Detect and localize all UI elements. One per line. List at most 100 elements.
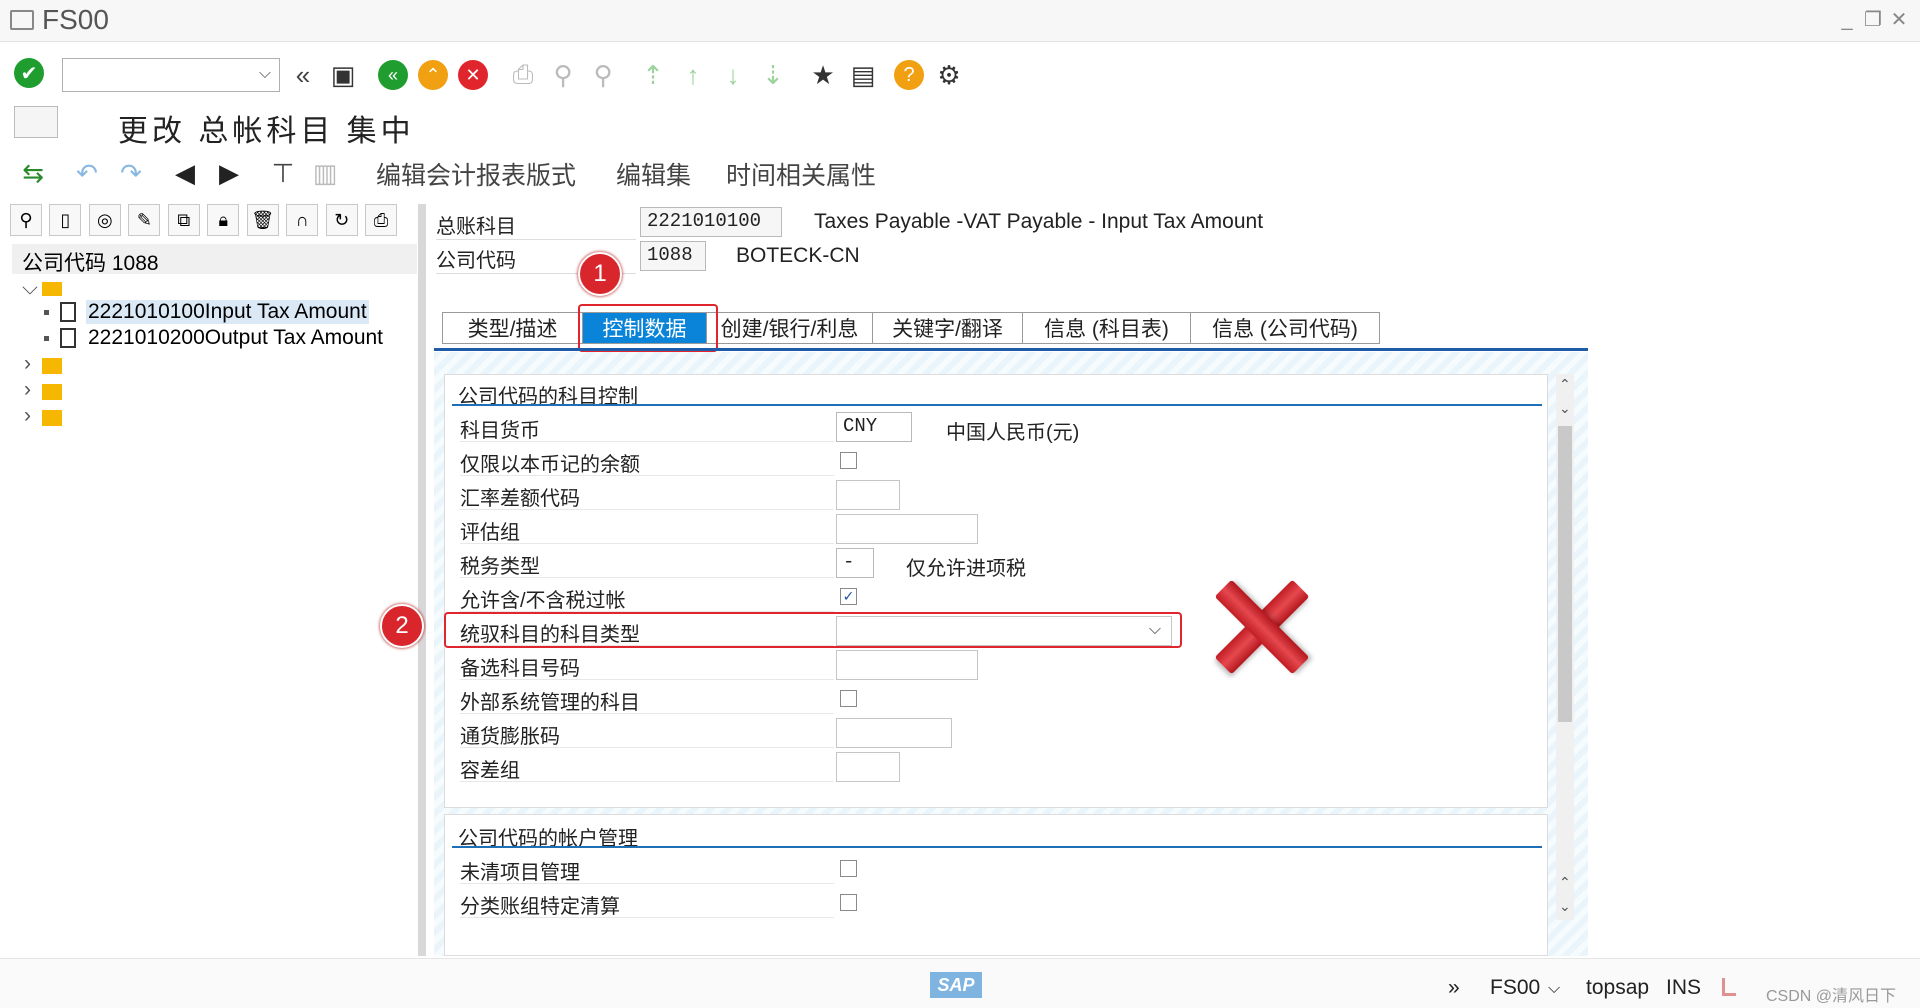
- vertical-scrollbar[interactable]: ⌃ ⌄ ⌃ ⌄: [1556, 374, 1574, 920]
- scroll-up-icon[interactable]: ⌃: [1559, 376, 1571, 393]
- company-code-description: BOTECK-CN: [736, 244, 860, 267]
- checkbox-ledger-group-clearing[interactable]: [840, 894, 857, 911]
- gl-account-field[interactable]: 2221010100: [640, 207, 782, 237]
- label-valuation-group: 评估组: [460, 516, 834, 544]
- tree-expand-icon[interactable]: ⌵: [22, 276, 38, 300]
- refresh-icon[interactable]: ↻: [325, 204, 358, 236]
- checkbox-open-item-mgmt[interactable]: [840, 860, 857, 877]
- tab-underline: [434, 348, 1588, 351]
- tree-collapse-icon[interactable]: ›: [24, 378, 31, 402]
- tab-type-description[interactable]: 类型/描述: [442, 312, 582, 344]
- tab-create-bank-interest[interactable]: 创建/银行/利息: [706, 312, 872, 344]
- status-transaction[interactable]: FS00: [1490, 976, 1540, 1000]
- display-change-icon[interactable]: ⇆: [16, 156, 50, 190]
- input-tax-category[interactable]: -: [836, 548, 874, 578]
- tree-item-output-tax[interactable]: 2221010200Output Tax Amount: [86, 326, 385, 350]
- tree-collapse-icon[interactable]: ›: [24, 352, 31, 376]
- scroll-down-icon[interactable]: ⌄: [1559, 400, 1571, 417]
- back-double-icon[interactable]: «: [286, 58, 320, 92]
- minimize-icon[interactable]: _: [1836, 10, 1858, 30]
- find-next-icon[interactable]: ⚲: [586, 58, 620, 92]
- create-session-icon[interactable]: ★: [806, 58, 840, 92]
- status-mode[interactable]: INS: [1666, 976, 1701, 1000]
- currency-description: 中国人民币(元): [946, 422, 1080, 444]
- delete-icon[interactable]: 🗑︎: [246, 204, 279, 236]
- command-field[interactable]: ⌵: [62, 58, 280, 92]
- last-page-icon[interactable]: ⇣: [756, 58, 790, 92]
- previous-icon[interactable]: ◀: [168, 156, 202, 190]
- where-used-icon[interactable]: ⊤: [266, 156, 300, 190]
- input-alternative-account[interactable]: [836, 650, 978, 680]
- input-inflation-key[interactable]: [836, 718, 952, 748]
- enter-icon[interactable]: ✔: [12, 56, 46, 90]
- panel-splitter[interactable]: [418, 204, 426, 956]
- group-divider: [452, 846, 1542, 848]
- headset-icon[interactable]: ∩: [286, 204, 319, 236]
- print-icon[interactable]: ⎙: [506, 58, 540, 92]
- exit-icon[interactable]: ⌃: [416, 58, 450, 92]
- redo-icon[interactable]: ↷: [114, 156, 148, 190]
- highlight-box-recon: [444, 612, 1182, 648]
- label-exchange-diff: 汇率差额代码: [460, 482, 834, 510]
- company-code-row[interactable]: 公司代码 1088: [12, 244, 417, 275]
- input-account-currency[interactable]: CNY: [836, 412, 912, 442]
- folder-open-icon: [42, 282, 62, 296]
- document-icon: [60, 328, 76, 348]
- document-icon: [60, 302, 76, 322]
- tab-info-chart[interactable]: 信息 (科目表): [1022, 312, 1190, 344]
- first-page-icon[interactable]: ⇡: [636, 58, 670, 92]
- undo-icon[interactable]: ↶: [70, 156, 104, 190]
- maximize-icon[interactable]: ❐: [1862, 10, 1884, 30]
- input-exchange-diff[interactable]: [836, 480, 900, 510]
- label-tax-category: 税务类型: [460, 550, 834, 578]
- settings-icon[interactable]: ⚙: [932, 58, 966, 92]
- window-title: FS00: [42, 4, 109, 35]
- highlight-box-tab: [578, 304, 718, 352]
- document-icon[interactable]: ▥: [308, 156, 342, 190]
- status-expand-icon[interactable]: »: [1448, 976, 1460, 1000]
- annotation-marker-1: 1: [578, 252, 622, 296]
- annotation-marker-2: 2: [380, 604, 424, 648]
- close-window-icon[interactable]: ✕: [1888, 10, 1910, 30]
- copy-icon[interactable]: ⧉: [167, 204, 200, 236]
- group-divider: [452, 404, 1542, 406]
- input-valuation-group[interactable]: [836, 514, 978, 544]
- tree-item-input-tax[interactable]: 2221010100Input Tax Amount: [86, 300, 369, 324]
- back-icon[interactable]: «: [376, 58, 410, 92]
- find-icon[interactable]: ⚲: [546, 58, 580, 92]
- company-code-field[interactable]: 1088: [640, 241, 706, 271]
- shortcut-icon[interactable]: ▤: [846, 58, 880, 92]
- new-doc-icon[interactable]: ▯: [49, 204, 82, 236]
- next-page-icon[interactable]: ↓: [716, 58, 750, 92]
- tree-collapse-icon[interactable]: ›: [24, 404, 31, 428]
- screen-icon[interactable]: [14, 106, 58, 138]
- save-icon[interactable]: ▣: [326, 58, 360, 92]
- cancel-icon[interactable]: ✕: [456, 58, 490, 92]
- sap-logo: SAP: [930, 972, 982, 998]
- checkbox-local-currency-only[interactable]: [840, 452, 857, 469]
- folder-icon: [42, 384, 62, 400]
- menu-edit-set[interactable]: 编辑集: [616, 156, 691, 192]
- lock-icon[interactable]: 🔒︎: [207, 204, 240, 236]
- checkbox-external-managed[interactable]: [840, 690, 857, 707]
- label-tolerance-group: 容差组: [460, 754, 834, 782]
- scroll-thumb[interactable]: [1558, 426, 1572, 722]
- scroll-down-icon[interactable]: ⌄: [1559, 898, 1571, 915]
- print-tree-icon[interactable]: ⎙: [365, 204, 398, 236]
- menu-edit-fs-version[interactable]: 编辑会计报表版式: [376, 156, 576, 192]
- gl-account-label: 总账科目: [436, 210, 636, 240]
- chevron-down-icon[interactable]: ⌵: [1548, 980, 1560, 998]
- sap-window-icon: [10, 10, 34, 30]
- menu-time-dependent[interactable]: 时间相关属性: [726, 156, 876, 192]
- scroll-up-icon[interactable]: ⌃: [1559, 874, 1571, 891]
- checkbox-posting-without-tax[interactable]: ✓: [840, 588, 857, 605]
- display-icon[interactable]: ◎: [88, 204, 121, 236]
- binoculars-icon[interactable]: ⚲: [10, 204, 42, 236]
- help-icon[interactable]: ?: [892, 58, 926, 92]
- tab-keyword-translation[interactable]: 关键字/翻译: [872, 312, 1022, 344]
- next-icon[interactable]: ▶: [212, 156, 246, 190]
- previous-page-icon[interactable]: ↑: [676, 58, 710, 92]
- input-tolerance-group[interactable]: [836, 752, 900, 782]
- tab-info-company[interactable]: 信息 (公司代码): [1190, 312, 1380, 344]
- edit-icon[interactable]: ✎: [128, 204, 161, 236]
